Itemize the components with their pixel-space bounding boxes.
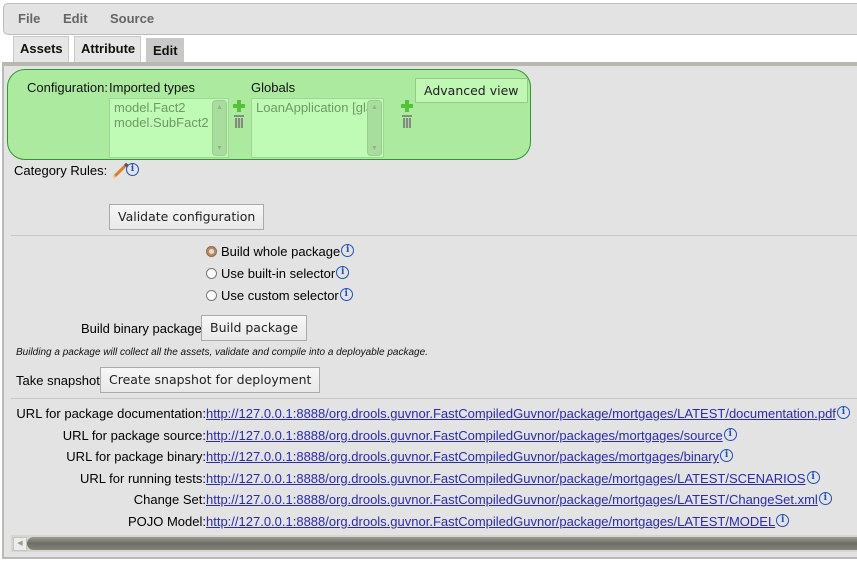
list-item[interactable]: model.Fact2 bbox=[114, 100, 186, 115]
add-import-icon[interactable] bbox=[233, 100, 245, 112]
url-text[interactable]: http://127.0.0.1:8888/org.drools.guvnor.… bbox=[206, 471, 806, 486]
divider bbox=[11, 398, 857, 399]
url-row-binary: URL for package binary: http://127.0.0.1… bbox=[0, 449, 857, 467]
menu-file[interactable]: File bbox=[18, 11, 40, 26]
url-link[interactable]: http://127.0.0.1:8888/org.drools.guvnor.… bbox=[206, 492, 832, 507]
url-text[interactable]: http://127.0.0.1:8888/org.drools.guvnor.… bbox=[206, 428, 723, 443]
imported-types-list[interactable]: model.Fact2 model.SubFact2 ▲ ▼ bbox=[109, 98, 229, 158]
scroll-up-icon[interactable]: ▲ bbox=[216, 104, 223, 111]
info-icon[interactable]: i bbox=[126, 163, 139, 176]
url-label: URL for package source: bbox=[62, 428, 206, 443]
url-label: Change Set: bbox=[133, 492, 206, 507]
url-link[interactable]: http://127.0.0.1:8888/org.drools.guvnor.… bbox=[206, 449, 734, 464]
list-item[interactable]: LoanApplication [gla] bbox=[256, 100, 377, 115]
url-row-documentation: URL for package documentation: http://12… bbox=[0, 406, 857, 424]
imported-types-header: Imported types bbox=[109, 80, 195, 95]
url-text[interactable]: http://127.0.0.1:8888/org.drools.guvnor.… bbox=[206, 492, 818, 507]
radio-label: Use custom selector bbox=[221, 288, 339, 303]
url-row-tests: URL for running tests: http://127.0.0.1:… bbox=[0, 471, 857, 489]
info-icon[interactable]: i bbox=[836, 406, 850, 419]
validate-configuration-button[interactable]: Validate configuration bbox=[109, 204, 265, 230]
url-row-source: URL for package source: http://127.0.0.1… bbox=[0, 428, 857, 446]
configuration-label: Configuration: bbox=[27, 80, 108, 95]
info-icon[interactable]: i bbox=[339, 288, 353, 301]
list-item[interactable]: model.SubFact2 bbox=[114, 115, 209, 130]
radio-button[interactable] bbox=[206, 290, 217, 301]
tab-edit[interactable]: Edit bbox=[146, 38, 184, 62]
tab-assets[interactable]: Assets bbox=[13, 36, 69, 62]
url-text[interactable]: http://127.0.0.1:8888/org.drools.guvnor.… bbox=[206, 449, 719, 464]
build-package-button[interactable]: Build package bbox=[201, 315, 308, 341]
scroll-down-icon[interactable]: ▼ bbox=[371, 145, 378, 152]
scroll-up-icon[interactable]: ▲ bbox=[371, 104, 378, 111]
scrollbar-thumb[interactable] bbox=[27, 537, 857, 550]
radio-builtin-selector[interactable]: Use built-in selector i bbox=[206, 266, 350, 281]
radio-custom-selector[interactable]: Use custom selector i bbox=[206, 288, 353, 303]
tab-attribute[interactable]: Attribute bbox=[74, 36, 141, 62]
url-label: URL for package documentation: bbox=[16, 406, 206, 421]
imported-types-scrollbar[interactable]: ▲ ▼ bbox=[212, 100, 227, 156]
radio-build-whole[interactable]: Build whole package i bbox=[206, 244, 355, 259]
radio-label: Use built-in selector bbox=[221, 266, 336, 281]
scroll-down-icon[interactable]: ▼ bbox=[216, 145, 223, 152]
menu-source[interactable]: Source bbox=[110, 11, 154, 26]
radio-button[interactable] bbox=[206, 268, 217, 279]
info-icon[interactable]: i bbox=[776, 514, 790, 527]
url-link[interactable]: http://127.0.0.1:8888/org.drools.guvnor.… bbox=[206, 428, 737, 443]
url-link[interactable]: http://127.0.0.1:8888/org.drools.guvnor.… bbox=[206, 471, 820, 486]
horizontal-scrollbar[interactable]: ◀ bbox=[11, 535, 857, 552]
create-snapshot-button[interactable]: Create snapshot for deployment bbox=[100, 367, 321, 393]
info-icon[interactable]: i bbox=[818, 492, 832, 505]
category-rules-label: Category Rules: bbox=[14, 163, 108, 178]
url-text[interactable]: http://127.0.0.1:8888/org.drools.guvnor.… bbox=[206, 514, 775, 529]
info-icon[interactable]: i bbox=[806, 471, 820, 484]
take-snapshot-label: Take snapshot: bbox=[16, 373, 104, 388]
delete-import-icon[interactable] bbox=[234, 115, 244, 128]
build-note: Building a package will collect all the … bbox=[16, 347, 428, 358]
radio-button[interactable] bbox=[206, 246, 217, 257]
globals-header: Globals bbox=[251, 80, 296, 95]
url-label: URL for running tests: bbox=[80, 471, 206, 486]
build-binary-label: Build binary package: bbox=[81, 321, 206, 336]
url-link[interactable]: http://127.0.0.1:8888/org.drools.guvnor.… bbox=[206, 514, 790, 529]
divider bbox=[11, 235, 857, 236]
add-global-icon[interactable] bbox=[401, 100, 413, 112]
menu-edit[interactable]: Edit bbox=[63, 11, 88, 26]
globals-list[interactable]: LoanApplication [gla] ▲ ▼ bbox=[251, 98, 384, 158]
delete-global-icon[interactable] bbox=[402, 115, 412, 128]
info-icon[interactable]: i bbox=[336, 266, 350, 279]
info-icon[interactable]: i bbox=[723, 428, 737, 441]
url-row-pojo-model: POJO Model: http://127.0.0.1:8888/org.dr… bbox=[0, 514, 857, 532]
scroll-left-icon[interactable]: ◀ bbox=[13, 537, 27, 551]
advanced-view-button[interactable]: Advanced view bbox=[415, 78, 528, 103]
globals-scrollbar[interactable]: ▲ ▼ bbox=[367, 100, 382, 156]
url-row-changeset: Change Set: http://127.0.0.1:8888/org.dr… bbox=[0, 492, 857, 510]
url-label: POJO Model: bbox=[127, 514, 206, 529]
menu-bar: File Edit Source bbox=[3, 3, 857, 35]
url-text[interactable]: http://127.0.0.1:8888/org.drools.guvnor.… bbox=[206, 406, 836, 421]
info-icon[interactable]: i bbox=[720, 449, 734, 462]
info-icon[interactable]: i bbox=[341, 244, 355, 257]
configuration-panel: Configuration: Imported types Globals mo… bbox=[7, 69, 531, 160]
url-label: URL for package binary: bbox=[66, 449, 206, 464]
radio-label: Build whole package bbox=[221, 244, 341, 259]
url-link[interactable]: http://127.0.0.1:8888/org.drools.guvnor.… bbox=[206, 406, 850, 421]
